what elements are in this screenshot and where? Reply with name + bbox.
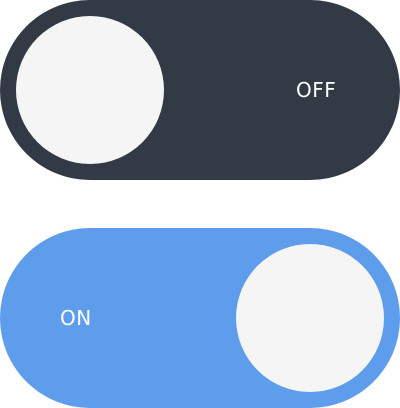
toggle-switch-off[interactable]: OFF (0, 0, 400, 180)
toggle-switch-on[interactable]: ON (0, 228, 400, 408)
toggle-label-on: ON (60, 306, 92, 330)
toggle-knob[interactable] (236, 244, 384, 392)
toggle-knob[interactable] (16, 16, 164, 164)
toggle-label-off: OFF (296, 78, 337, 102)
